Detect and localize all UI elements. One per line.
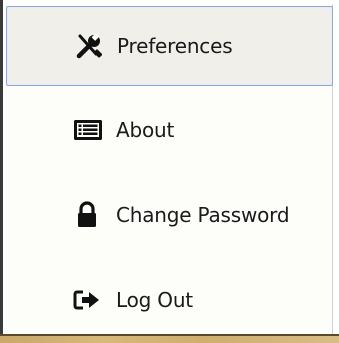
menu-item-preferences[interactable]: Preferences [6,6,333,86]
menu-item-label: Preferences [117,34,233,58]
user-dropdown-menu: Preferences About Change Password Log Ou… [6,4,333,334]
menu-item-change-password[interactable]: Change Password [6,175,333,255]
menu-item-label: Log Out [116,288,193,312]
background-window-edge [0,0,3,343]
logout-arrow-icon [72,286,110,314]
menu-item-about[interactable]: About [6,90,333,170]
menu-item-label: About [116,118,175,142]
background-window-strip [0,336,339,343]
tools-icon [73,32,111,60]
list-window-icon [72,116,110,144]
menu-item-log-out[interactable]: Log Out [6,260,333,340]
lock-icon [72,201,110,229]
menu-item-label: Change Password [116,203,290,227]
screen: Preferences About Change Password Log Ou… [0,0,339,343]
